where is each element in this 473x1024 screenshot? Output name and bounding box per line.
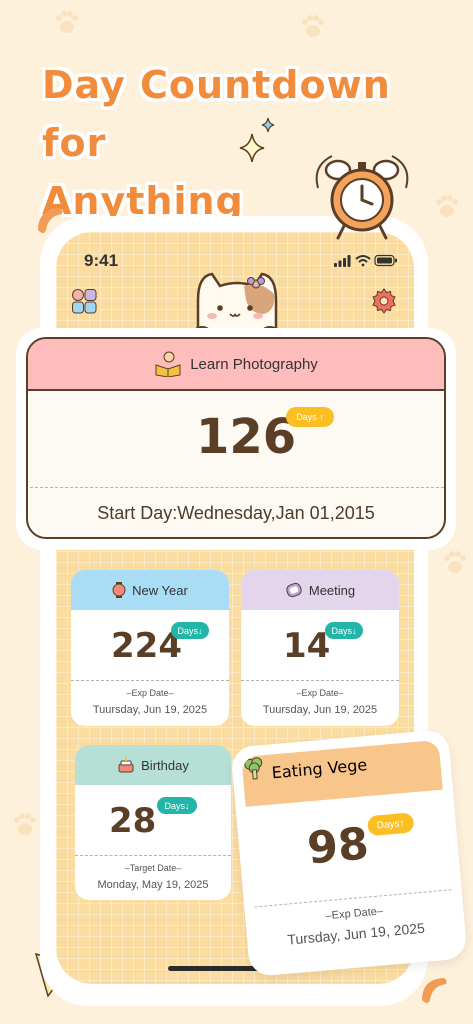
paw-print-icon [14, 813, 36, 835]
reading-person-icon [155, 351, 181, 377]
status-time: 9:41 [84, 251, 119, 270]
hero-start-date: Start Day:Wednesday,Jan 01,2015 [97, 503, 375, 523]
card-date-label: –Exp Date– [126, 688, 174, 698]
countdown-card-new-year[interactable]: New Year 224 Days↓ –Exp Date– Tuursday, … [71, 570, 229, 726]
days-badge: Days↑ [366, 812, 415, 837]
card-divider [75, 855, 231, 856]
days-badge: Days↓ [157, 797, 197, 814]
hero-day-count: 126 [196, 409, 297, 465]
lantern-icon [112, 582, 126, 598]
wifi-icon [355, 255, 371, 267]
signal-icon [334, 255, 351, 267]
broccoli-icon [244, 757, 263, 780]
days-badge: Days↓ [171, 622, 209, 639]
hero-card-header: Learn Photography [28, 339, 444, 391]
card-header: Eating Vege [241, 739, 443, 807]
countdown-card-meeting[interactable]: Meeting 14 Days↓ –Exp Date– Tuursday, Ju… [241, 570, 399, 726]
card-date: Monday, May 19, 2025 [97, 879, 209, 891]
category-grid-icon[interactable] [71, 288, 97, 314]
card-date-label: –Exp Date– [296, 688, 344, 698]
settings-gear-icon[interactable] [371, 288, 397, 314]
card-title: Eating Vege [270, 755, 368, 783]
card-header: Birthday [75, 745, 231, 785]
hero-card-title: Learn Photography [190, 355, 318, 373]
card-date: Tuursday, Jun 19, 2025 [92, 704, 208, 716]
card-divider [241, 680, 399, 681]
hero-divider [30, 487, 444, 488]
card-date: Tuursday, Jun 19, 2025 [262, 704, 378, 716]
card-divider [71, 680, 229, 681]
card-day-count: 14 [283, 626, 331, 666]
sparkle-icon [239, 117, 275, 162]
card-inner: Eating Vege 98 Days↑ –Exp Date– Tursday,… [241, 739, 457, 967]
card-header: Meeting [241, 570, 399, 610]
countdown-card-birthday[interactable]: Birthday 28 Days↓ –Target Date– Monday, … [75, 745, 231, 900]
paw-print-icon [302, 15, 324, 37]
alarm-clock-icon [315, 155, 409, 240]
hero-days-badge: Days ↑ [286, 407, 334, 427]
hero-card-inner: Learn Photography 126 Days ↑ Start Day:W… [26, 337, 446, 539]
birthday-cake-icon [118, 757, 134, 773]
briefcase-icon [286, 582, 302, 598]
paw-print-icon [56, 11, 78, 33]
status-icons [334, 254, 397, 267]
card-day-count: 28 [109, 801, 157, 841]
countdown-card-eating-vege[interactable]: Eating Vege 98 Days↑ –Exp Date– Tursday,… [230, 728, 468, 978]
card-title: Meeting [308, 582, 356, 598]
days-badge: Days↓ [325, 622, 363, 639]
card-header: New Year [71, 570, 229, 610]
card-date-label: –Target Date– [124, 863, 182, 873]
card-day-count: 98 [305, 818, 371, 875]
card-title: Birthday [141, 757, 189, 773]
paw-print-icon [444, 551, 466, 573]
card-title: New Year [132, 582, 188, 598]
battery-icon [374, 254, 397, 267]
